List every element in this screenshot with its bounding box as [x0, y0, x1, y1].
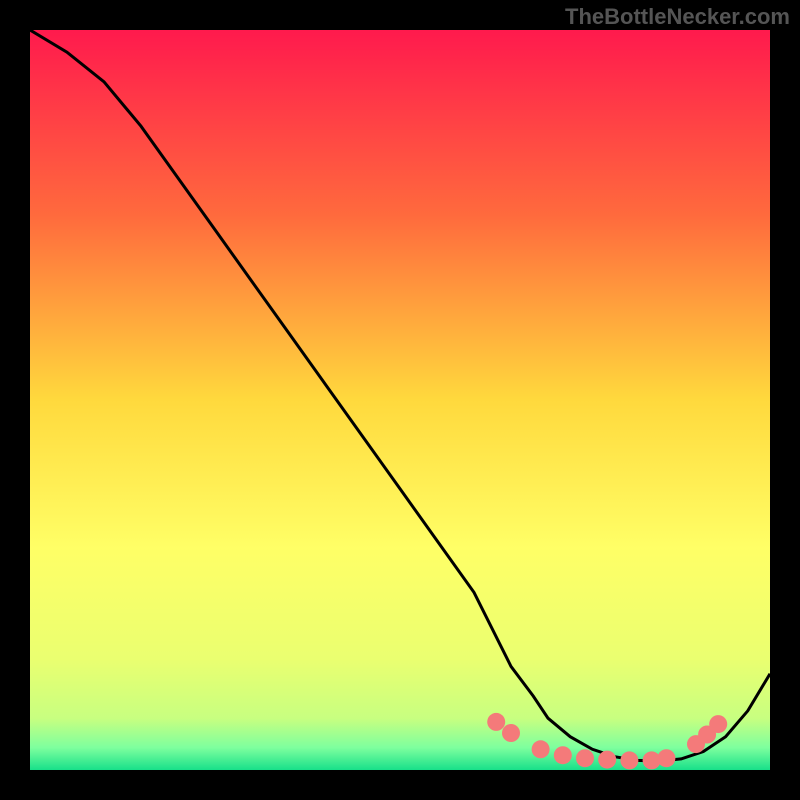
- marker-dot: [620, 751, 638, 769]
- marker-dot: [554, 746, 572, 764]
- chart-background: [30, 30, 770, 770]
- marker-dot: [487, 713, 505, 731]
- chart-svg: [30, 30, 770, 770]
- marker-dot: [709, 715, 727, 733]
- marker-dot: [576, 749, 594, 767]
- chart-plot-area: [30, 30, 770, 770]
- marker-dot: [598, 751, 616, 769]
- marker-dot: [532, 740, 550, 758]
- marker-dot: [502, 724, 520, 742]
- marker-dot: [657, 749, 675, 767]
- watermark-text: TheBottleNecker.com: [565, 4, 790, 30]
